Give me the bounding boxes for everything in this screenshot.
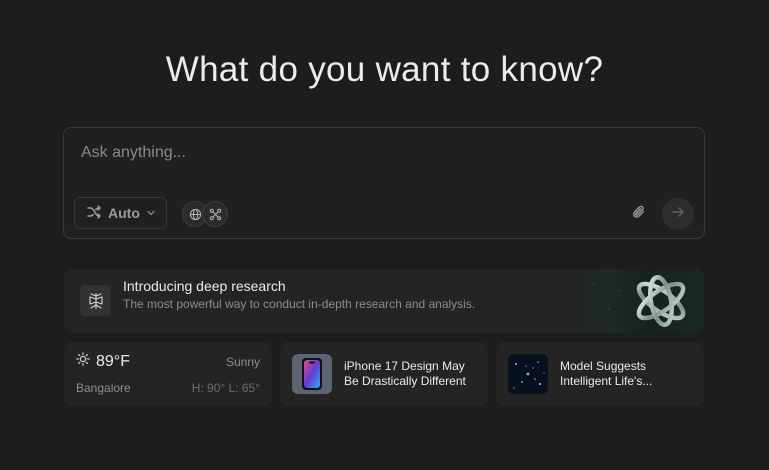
submit-button[interactable]: [662, 198, 694, 230]
search-input[interactable]: [81, 144, 681, 162]
research-icon: [80, 285, 111, 316]
connections-icon[interactable]: [202, 201, 228, 227]
weather-temperature: 89°F: [96, 352, 130, 370]
research-title: Introducing deep research: [123, 278, 286, 294]
mode-label: Auto: [108, 205, 140, 221]
galaxy-image: [508, 354, 548, 394]
attach-button[interactable]: [629, 204, 649, 224]
deep-research-card[interactable]: Introducing deep research The most power…: [64, 269, 704, 333]
paperclip-icon: [631, 204, 647, 225]
shuffle-icon: [86, 204, 102, 223]
weather-widget[interactable]: 89°F Sunny Bangalore H: 90° L: 65°: [64, 342, 272, 406]
weather-condition: Sunny: [225, 355, 260, 369]
news-card[interactable]: Model Suggests Intelligent Life's...: [496, 342, 704, 406]
atom-illustration: [564, 269, 704, 333]
news-card[interactable]: iPhone 17 Design May Be Drastically Diff…: [280, 342, 488, 406]
mode-selector-button[interactable]: Auto: [74, 197, 167, 229]
arrow-right-icon: [671, 205, 685, 224]
chevron-down-icon: [146, 205, 156, 221]
phone-image: [292, 354, 332, 394]
search-box[interactable]: Auto: [63, 127, 705, 239]
page-title: What do you want to know?: [165, 50, 604, 89]
research-description: The most powerful way to conduct in-dept…: [123, 297, 476, 311]
source-selector[interactable]: [182, 201, 228, 227]
news-title: iPhone 17 Design May Be Drastically Diff…: [344, 359, 466, 388]
sun-icon: [76, 352, 90, 371]
weather-city: Bangalore: [76, 381, 131, 395]
weather-range: H: 90° L: 65°: [191, 381, 260, 395]
news-title: Model Suggests Intelligent Life's...: [560, 359, 653, 388]
